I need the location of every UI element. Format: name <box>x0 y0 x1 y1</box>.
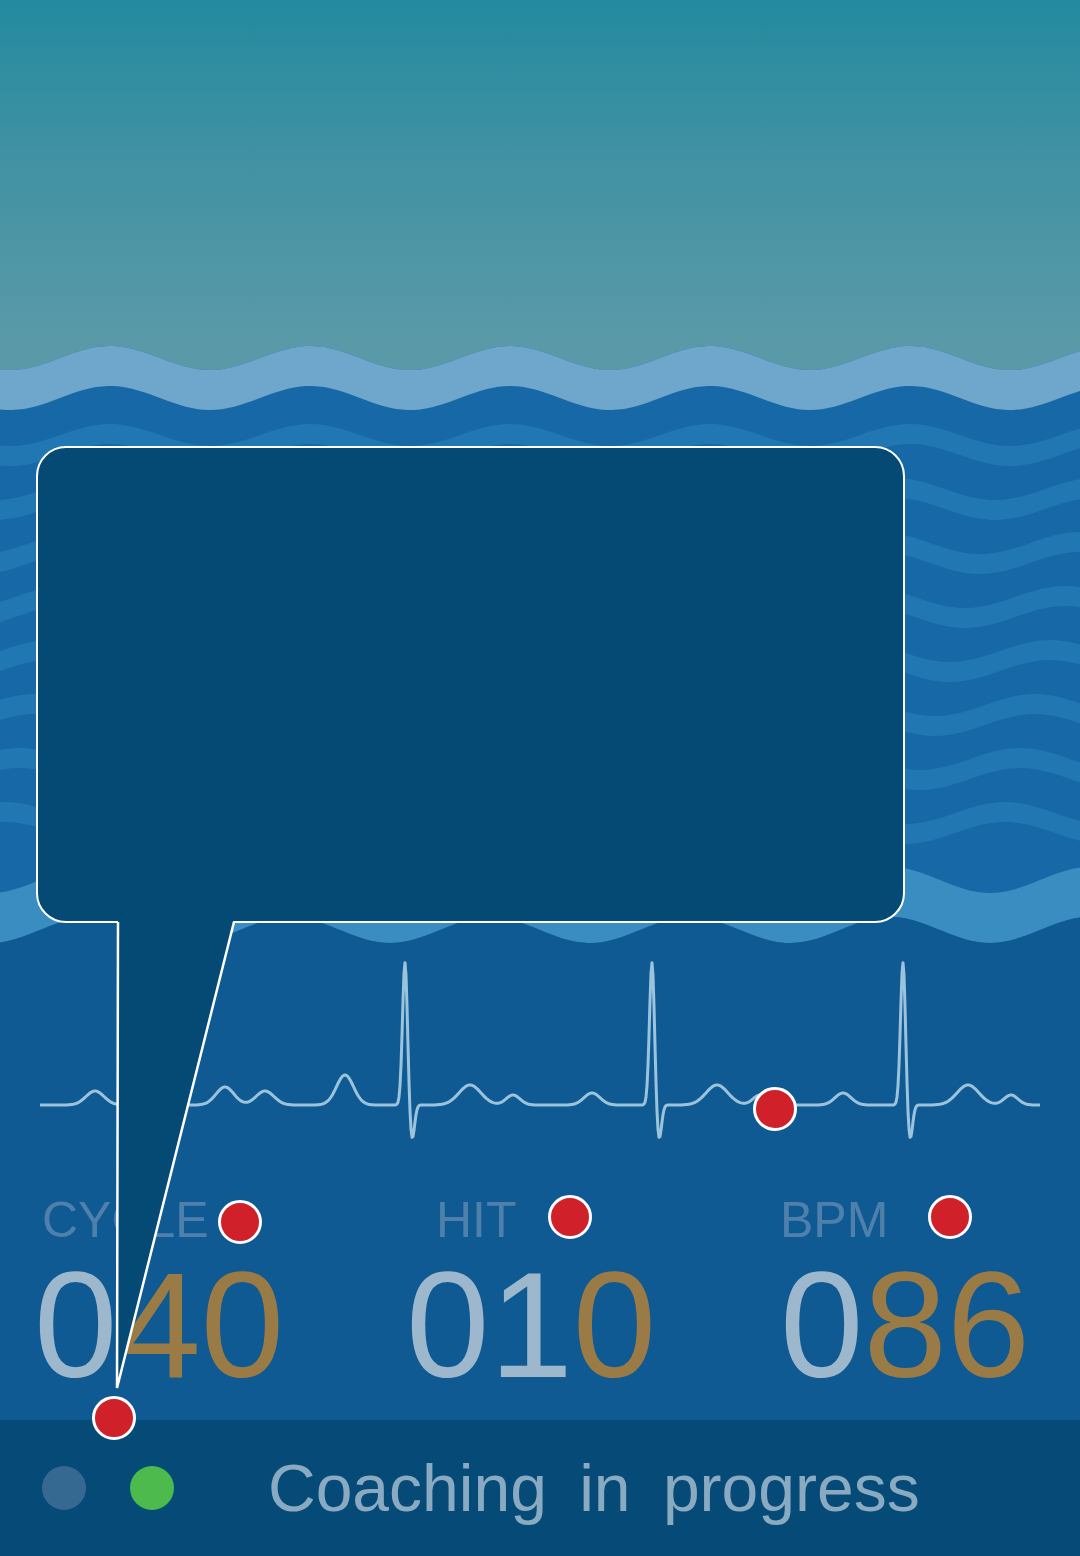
coaching-screen: CYCLE040HIT010BPM086 Coaching in progress <box>0 0 1080 1556</box>
stat: BPM086 <box>0 1190 1030 1400</box>
stat-digits: 0 <box>780 1241 863 1409</box>
marker-dot <box>753 1087 797 1131</box>
stat-digits: 40 <box>117 1241 284 1409</box>
marker-dot <box>92 1396 136 1440</box>
stat-digits: 86 <box>863 1241 1030 1409</box>
status-text: Coaching in progress <box>268 1448 920 1528</box>
stats-panel: CYCLE040HIT010BPM086 <box>0 950 1080 1420</box>
stat-digits: 0 <box>34 1241 117 1409</box>
marker-dot <box>928 1195 972 1239</box>
speech-bubble <box>36 446 905 923</box>
stat-value: 040 <box>34 1250 284 1400</box>
marker-dot <box>548 1195 592 1239</box>
stat-digits: 0 <box>573 1241 656 1409</box>
sky <box>0 0 1080 340</box>
indicator-on <box>130 1466 174 1510</box>
status-bar: Coaching in progress <box>0 1420 1080 1556</box>
stat-value: 086 <box>780 1250 1030 1400</box>
stat-value: 010 <box>406 1250 656 1400</box>
marker-dot <box>218 1200 262 1244</box>
ecg-wave-drawing <box>0 950 1080 1160</box>
status-indicators <box>42 1466 174 1510</box>
indicator-off <box>42 1466 86 1510</box>
stat-digits: 01 <box>406 1241 573 1409</box>
